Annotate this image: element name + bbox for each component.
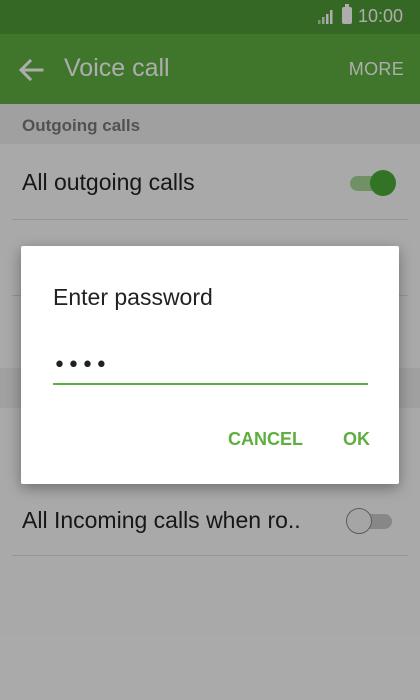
cancel-button[interactable]: CANCEL: [228, 429, 303, 450]
password-dialog: Enter password CANCEL OK: [21, 246, 399, 484]
ok-button[interactable]: OK: [343, 429, 370, 450]
password-input[interactable]: [53, 341, 368, 385]
dialog-title: Enter password: [53, 284, 213, 310]
